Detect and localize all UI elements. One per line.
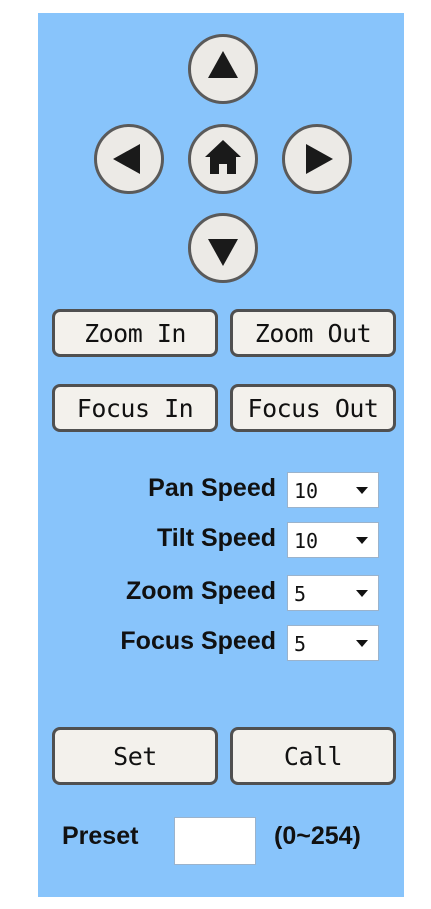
focus-out-button[interactable]: Focus Out (230, 384, 396, 432)
zoom-in-button[interactable]: Zoom In (52, 309, 218, 357)
tilt-speed-label: Tilt Speed (156, 524, 276, 552)
home-button[interactable] (188, 124, 258, 194)
tilt-speed-value: 10 (294, 529, 319, 553)
pan-speed-value: 10 (294, 479, 319, 503)
focus-speed-select[interactable]: 5 (287, 625, 379, 661)
zoom-speed-select[interactable]: 5 (287, 575, 379, 611)
pan-speed-label: Pan Speed (148, 474, 276, 502)
zoom-speed-label: Zoom Speed (125, 577, 276, 605)
pan-right-button[interactable] (282, 124, 352, 194)
home-icon (205, 140, 241, 174)
tilt-up-button[interactable] (188, 34, 258, 104)
chevron-down-icon (356, 537, 368, 544)
set-button[interactable]: Set (52, 727, 218, 785)
down-triangle-icon (208, 239, 238, 266)
chevron-down-icon (356, 640, 368, 647)
right-triangle-icon (306, 144, 333, 174)
focus-in-button[interactable]: Focus In (52, 384, 218, 432)
tilt-down-button[interactable] (188, 213, 258, 283)
preset-label: Preset (62, 822, 139, 850)
preset-range-label: (0~254) (274, 822, 361, 850)
pan-speed-select[interactable]: 10 (287, 472, 379, 508)
focus-speed-value: 5 (294, 632, 307, 656)
tilt-speed-select[interactable]: 10 (287, 522, 379, 558)
chevron-down-icon (356, 487, 368, 494)
pan-left-button[interactable] (94, 124, 164, 194)
call-button[interactable]: Call (230, 727, 396, 785)
zoom-out-button[interactable]: Zoom Out (230, 309, 396, 357)
zoom-speed-value: 5 (294, 582, 307, 606)
chevron-down-icon (356, 590, 368, 597)
left-triangle-icon (113, 144, 140, 174)
preset-input[interactable] (174, 817, 256, 865)
up-triangle-icon (208, 51, 238, 78)
ptz-control-panel: Zoom In Zoom Out Focus In Focus Out Pan … (38, 13, 404, 897)
focus-speed-label: Focus Speed (120, 627, 276, 655)
